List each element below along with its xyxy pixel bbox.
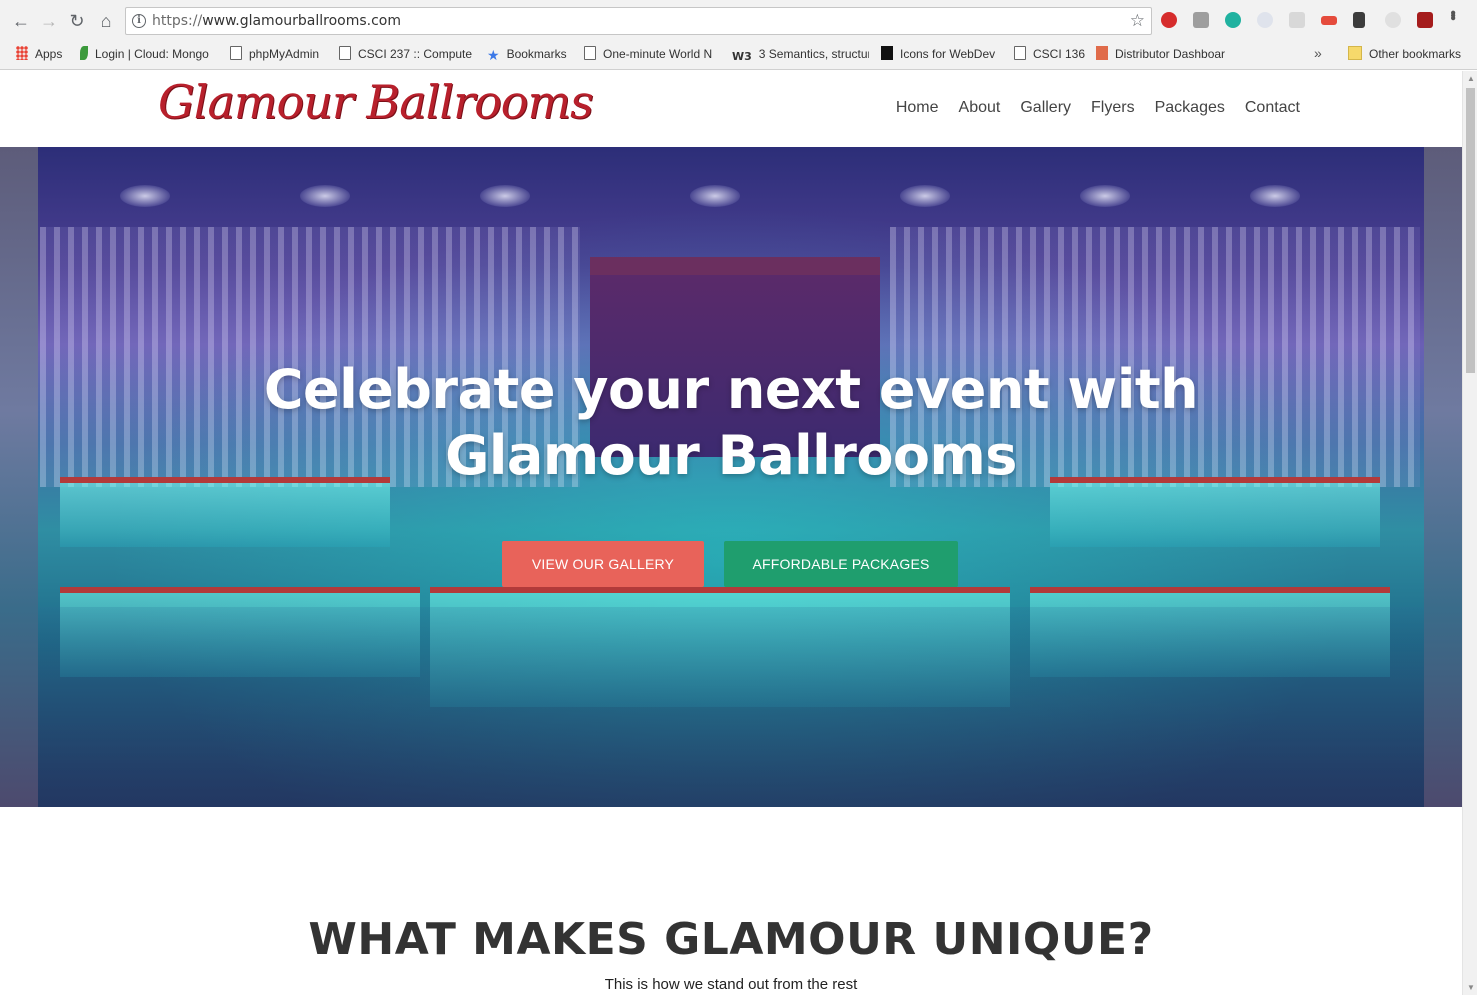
reload-icon[interactable]: ↻ (66, 10, 88, 32)
url-host: www.glamourballrooms.com (202, 13, 401, 29)
bookmark-distributor[interactable]: Distributor Dashboar (1096, 45, 1232, 63)
forward-arrow-icon[interactable]: → (38, 10, 60, 32)
grid-orange-icon (1096, 46, 1108, 60)
bookmark-label: Apps (35, 47, 63, 61)
page-icon (1014, 46, 1026, 60)
info-icon[interactable]: i (132, 14, 146, 28)
dance-floor (38, 607, 1424, 807)
view-gallery-button[interactable]: VIEW OUR GALLERY (502, 541, 704, 587)
chandelier (900, 185, 950, 207)
nav-home[interactable]: Home (896, 99, 939, 117)
hero-title: Celebrate your next event with Glamour B… (0, 357, 1462, 489)
opera-extension-icon[interactable] (1161, 12, 1177, 28)
w3-icon: W3 (732, 50, 752, 63)
chandelier (1250, 185, 1300, 207)
bookmark-semantics[interactable]: W3 3 Semantics, structur (732, 45, 869, 63)
home-icon[interactable]: ⌂ (95, 10, 117, 32)
scroll-up-icon[interactable]: ▲ (1467, 74, 1475, 83)
bookmark-csci237[interactable]: CSCI 237 :: Computer (339, 45, 472, 63)
bookmark-phpmyadmin[interactable]: phpMyAdmin (230, 45, 330, 63)
bookmark-apps[interactable]: Apps (16, 45, 76, 63)
hero-banner: Celebrate your next event with Glamour B… (0, 147, 1462, 807)
back-arrow-icon[interactable]: ← (10, 10, 32, 32)
pdf-extension-icon[interactable] (1417, 12, 1433, 28)
nav-about[interactable]: About (959, 99, 1001, 117)
page-icon (339, 46, 351, 60)
nav-packages[interactable]: Packages (1155, 99, 1225, 117)
grid-extension-icon[interactable] (1289, 12, 1305, 28)
m-extension-icon[interactable] (1225, 12, 1241, 28)
address-bar[interactable]: i https://www.glamourballrooms.com ☆ (125, 7, 1152, 35)
bookmark-label: Icons for WebDev (900, 47, 996, 61)
hero-title-line1: Celebrate your next event with (263, 358, 1199, 421)
bookmark-label: Login | Cloud: Mongo (95, 47, 209, 61)
chandelier (1080, 185, 1130, 207)
bookmarks-bar: Apps Login | Cloud: Mongo phpMyAdmin CSC… (0, 40, 1477, 70)
bookmark-star-icon[interactable]: ☆ (1130, 11, 1145, 31)
chandelier (300, 185, 350, 207)
bookmark-label: 3 Semantics, structur (758, 47, 869, 61)
browser-toolbar: ← → ↻ ⌂ i https://www.glamourballrooms.c… (0, 0, 1477, 40)
section-title: WHAT MAKES GLAMOUR UNIQUE? (308, 914, 1154, 965)
site-logo[interactable]: Glamour Ballrooms (158, 75, 594, 129)
other-bookmarks-label: Other bookmarks (1369, 47, 1462, 61)
chandelier (120, 185, 170, 207)
nav-contact[interactable]: Contact (1245, 99, 1300, 117)
bookmark-csci136[interactable]: CSCI 136 (1014, 45, 1086, 63)
bookmark-mongo[interactable]: Login | Cloud: Mongo (80, 45, 215, 63)
dots-icon (881, 46, 893, 60)
page-scrollbar[interactable]: ▲ ▼ (1462, 71, 1477, 995)
bookmark-label: Distributor Dashboar (1115, 47, 1226, 61)
leaf-icon (80, 46, 88, 60)
hero-title-line2: Glamour Ballrooms (445, 424, 1017, 487)
react-extension-icon[interactable] (1257, 12, 1273, 28)
grammarly-extension-icon[interactable] (1193, 12, 1209, 28)
eyedropper-extension-icon[interactable] (1353, 12, 1365, 28)
nav-gallery[interactable]: Gallery (1020, 99, 1071, 117)
section-subtitle: This is how we stand out from the rest (604, 976, 858, 993)
bookmark-label: Bookmarks (506, 47, 567, 61)
star-icon: ★ (487, 47, 500, 63)
bookmark-icons-webdev[interactable]: Icons for WebDev (881, 45, 1003, 63)
clock-extension-icon[interactable] (1385, 12, 1401, 28)
scrollbar-thumb[interactable] (1466, 88, 1475, 373)
chandelier (480, 185, 530, 207)
page-icon (230, 46, 242, 60)
web-page: Glamour Ballrooms Home About Gallery Fly… (0, 71, 1462, 995)
scroll-down-icon[interactable]: ▼ (1467, 983, 1475, 992)
browser-menu-icon[interactable]: ••• (1443, 10, 1461, 18)
main-nav: Home About Gallery Flyers Packages Conta… (876, 99, 1300, 117)
bookmarks-overflow-icon[interactable]: » (1314, 45, 1322, 61)
chandelier (690, 185, 740, 207)
url-protocol: https:// (152, 13, 203, 29)
bookmark-label: CSCI 136 (1033, 47, 1086, 61)
bookmark-label: CSCI 237 :: Computer (358, 47, 472, 61)
folder-icon (1348, 46, 1362, 60)
other-bookmarks[interactable]: Other bookmarks (1348, 45, 1468, 63)
site-header: Glamour Ballrooms Home About Gallery Fly… (0, 71, 1462, 147)
bookmark-bookmarks[interactable]: ★ Bookmarks (487, 45, 572, 63)
cast-extension-icon[interactable] (1321, 16, 1337, 25)
bookmark-one-minute[interactable]: One-minute World N (584, 45, 718, 63)
page-icon (584, 46, 596, 60)
affordable-packages-button[interactable]: AFFORDABLE PACKAGES (724, 541, 958, 587)
nav-flyers[interactable]: Flyers (1091, 99, 1135, 117)
apps-grid-icon (16, 46, 28, 60)
bookmark-label: phpMyAdmin (249, 47, 320, 61)
bookmark-label: One-minute World N (603, 47, 713, 61)
url-text[interactable]: https://www.glamourballrooms.com (152, 13, 401, 29)
